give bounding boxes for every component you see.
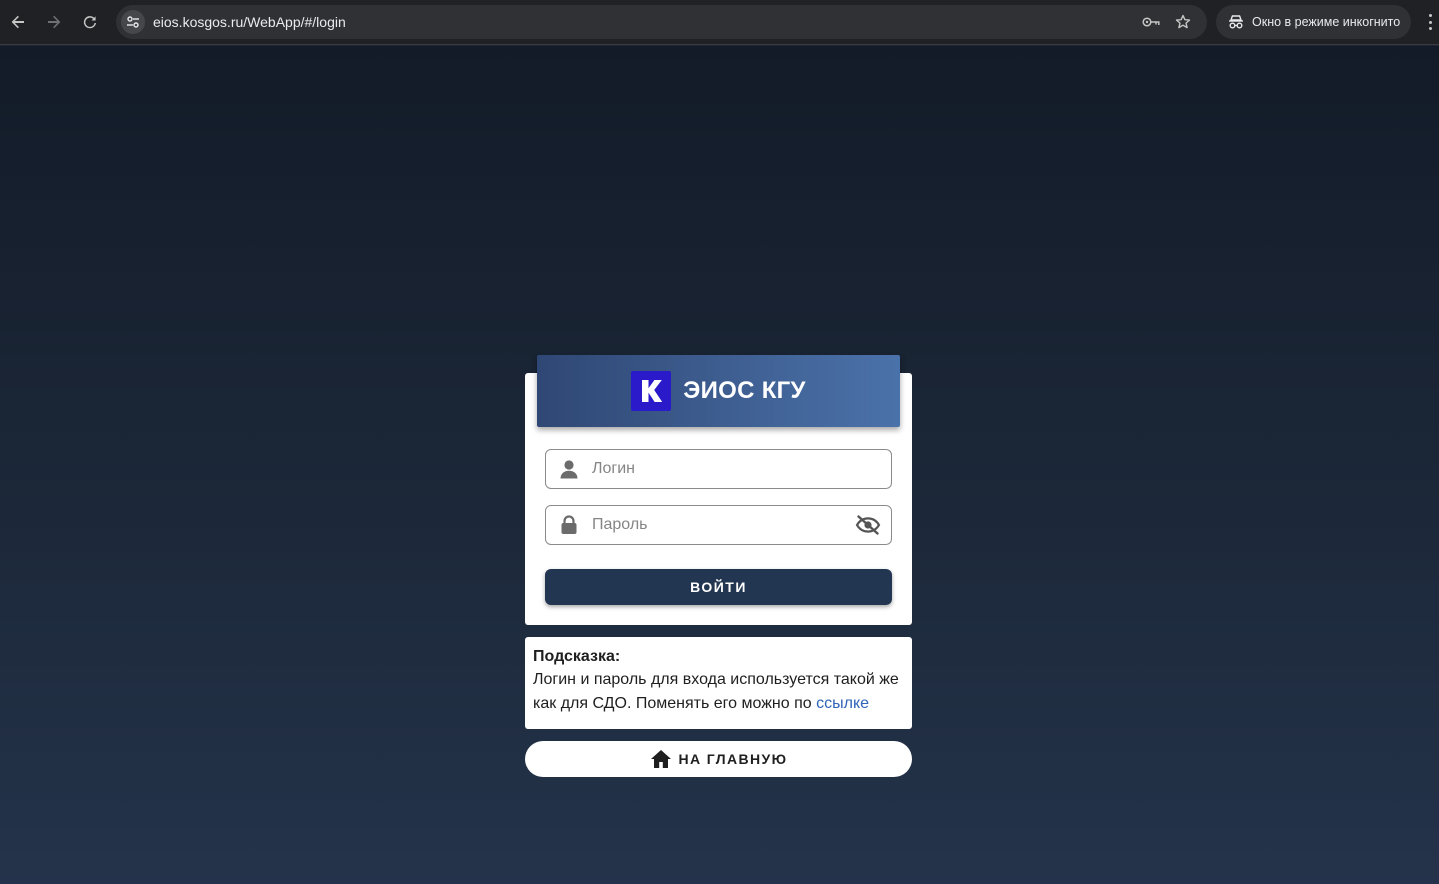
login-page: ЭИОС КГУ ВОЙТИ Подсказка: bbox=[0, 46, 1439, 884]
go-home-label: НА ГЛАВНУЮ bbox=[678, 751, 788, 767]
back-arrow-icon bbox=[11, 15, 24, 29]
incognito-indicator[interactable]: Окно в режиме инкогнито bbox=[1216, 5, 1411, 39]
site-settings-button[interactable] bbox=[121, 10, 145, 34]
toggle-password-visibility-button[interactable] bbox=[855, 514, 881, 536]
kebab-menu-icon bbox=[1428, 14, 1432, 17]
login-field[interactable] bbox=[545, 449, 892, 489]
bookmark-button[interactable] bbox=[1173, 12, 1193, 32]
brand-title: ЭИОС КГУ bbox=[683, 377, 806, 404]
key-icon bbox=[1142, 17, 1160, 27]
address-bar[interactable]: eios.kosgos.ru/WebApp/#/login bbox=[116, 5, 1207, 39]
login-card-header: ЭИОС КГУ bbox=[537, 355, 900, 427]
password-change-link[interactable]: ссылке bbox=[816, 695, 869, 712]
hint-box: Подсказка: Логин и пароль для входа испо… bbox=[525, 637, 912, 729]
login-input[interactable] bbox=[592, 456, 842, 482]
home-icon bbox=[650, 749, 672, 769]
url-text[interactable]: eios.kosgos.ru/WebApp/#/login bbox=[153, 14, 346, 30]
password-input[interactable] bbox=[592, 512, 842, 538]
go-home-button[interactable]: НА ГЛАВНУЮ bbox=[525, 741, 912, 777]
forward-arrow-icon bbox=[48, 15, 61, 29]
browser-menu-button[interactable] bbox=[1424, 12, 1436, 32]
back-button[interactable] bbox=[4, 8, 32, 36]
password-field[interactable] bbox=[545, 505, 892, 545]
forward-button[interactable] bbox=[40, 8, 68, 36]
incognito-icon bbox=[1229, 15, 1243, 29]
star-icon bbox=[1175, 14, 1191, 29]
user-icon bbox=[559, 459, 579, 479]
reload-button[interactable] bbox=[76, 8, 104, 36]
login-submit-button[interactable]: ВОЙТИ bbox=[545, 569, 892, 605]
password-key-button[interactable] bbox=[1141, 12, 1161, 32]
browser-toolbar: eios.kosgos.ru/WebApp/#/login Окно в реж… bbox=[0, 0, 1439, 45]
site-settings-icon bbox=[127, 16, 139, 28]
reload-icon bbox=[83, 16, 96, 29]
kgu-logo bbox=[631, 371, 672, 411]
hint-text-block: Логин и пароль для входа используется та… bbox=[533, 668, 904, 716]
lock-icon bbox=[559, 515, 579, 535]
hint-title: Подсказка: bbox=[533, 648, 621, 665]
incognito-label: Окно в режиме инкогнито bbox=[1252, 15, 1401, 29]
eye-slash-icon bbox=[855, 515, 881, 535]
logo-letter-icon bbox=[642, 380, 663, 402]
